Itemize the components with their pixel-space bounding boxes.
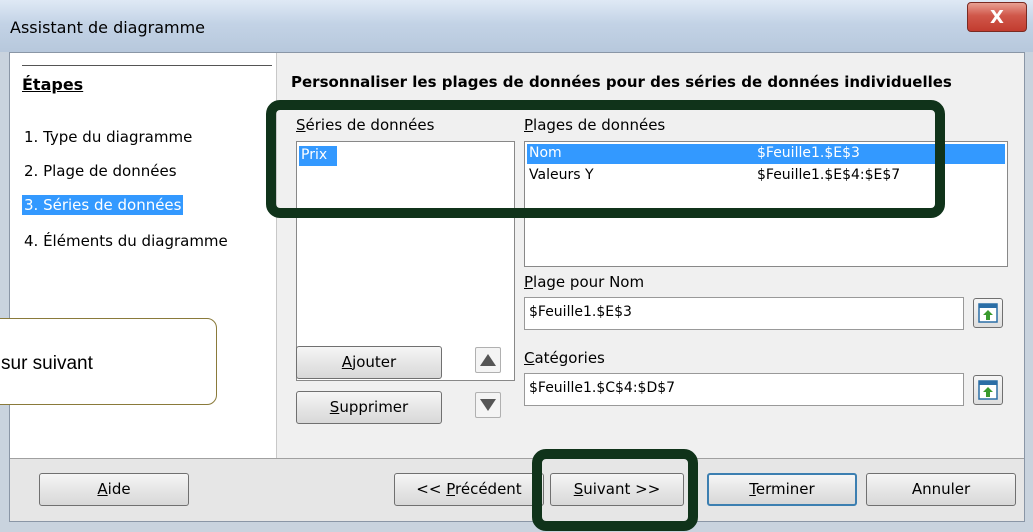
series-ranges-highlight — [266, 100, 945, 218]
cancel-button[interactable]: Annuler — [866, 473, 1016, 506]
step-data-range[interactable]: 2. Plage de données — [22, 161, 179, 181]
previous-button[interactable]: << Précédent — [394, 473, 544, 506]
button-bar: Aide << Précédent Suivant >> Terminer An… — [10, 459, 1024, 521]
step-chart-elements[interactable]: 4. Éléments du diagramme — [22, 231, 230, 251]
triangle-down-icon — [480, 399, 496, 411]
dialog-window: Assistant de diagramme X Étapes 1. Type … — [0, 0, 1033, 532]
select-range-button[interactable] — [973, 298, 1003, 328]
step-chart-type[interactable]: 1. Type du diagramme — [22, 127, 194, 147]
page-heading: Personnaliser les plages de données pour… — [291, 73, 952, 91]
name-range-label: Plage pour Nom — [524, 273, 645, 291]
select-categories-button[interactable] — [973, 375, 1003, 405]
range-select-icon — [978, 303, 998, 323]
remove-button[interactable]: Supprimer — [296, 391, 442, 424]
next-button-highlight — [532, 449, 698, 531]
instruction-callout: sur suivant — [0, 318, 217, 405]
move-up-button[interactable] — [475, 347, 501, 373]
help-button[interactable]: Aide — [39, 473, 189, 506]
title-bar[interactable]: Assistant de diagramme X — [0, 0, 1033, 52]
add-button[interactable]: Ajouter — [296, 346, 442, 379]
sidebar-divider — [22, 65, 272, 66]
triangle-up-icon — [480, 354, 496, 366]
callout-text: sur suivant — [1, 353, 93, 374]
move-down-button[interactable] — [475, 392, 501, 418]
finish-button[interactable]: Terminer — [707, 473, 857, 506]
name-range-input[interactable]: $Feuille1.$E$3 — [524, 297, 964, 330]
range-select-icon — [978, 380, 998, 400]
step-data-series[interactable]: 3. Séries de données — [22, 195, 184, 215]
steps-title: Étapes — [22, 75, 84, 94]
close-button[interactable]: X — [967, 2, 1027, 32]
window-title: Assistant de diagramme — [10, 18, 206, 37]
categories-input[interactable]: $Feuille1.$C$4:$D$7 — [524, 373, 964, 406]
categories-label: Catégories — [524, 349, 605, 367]
